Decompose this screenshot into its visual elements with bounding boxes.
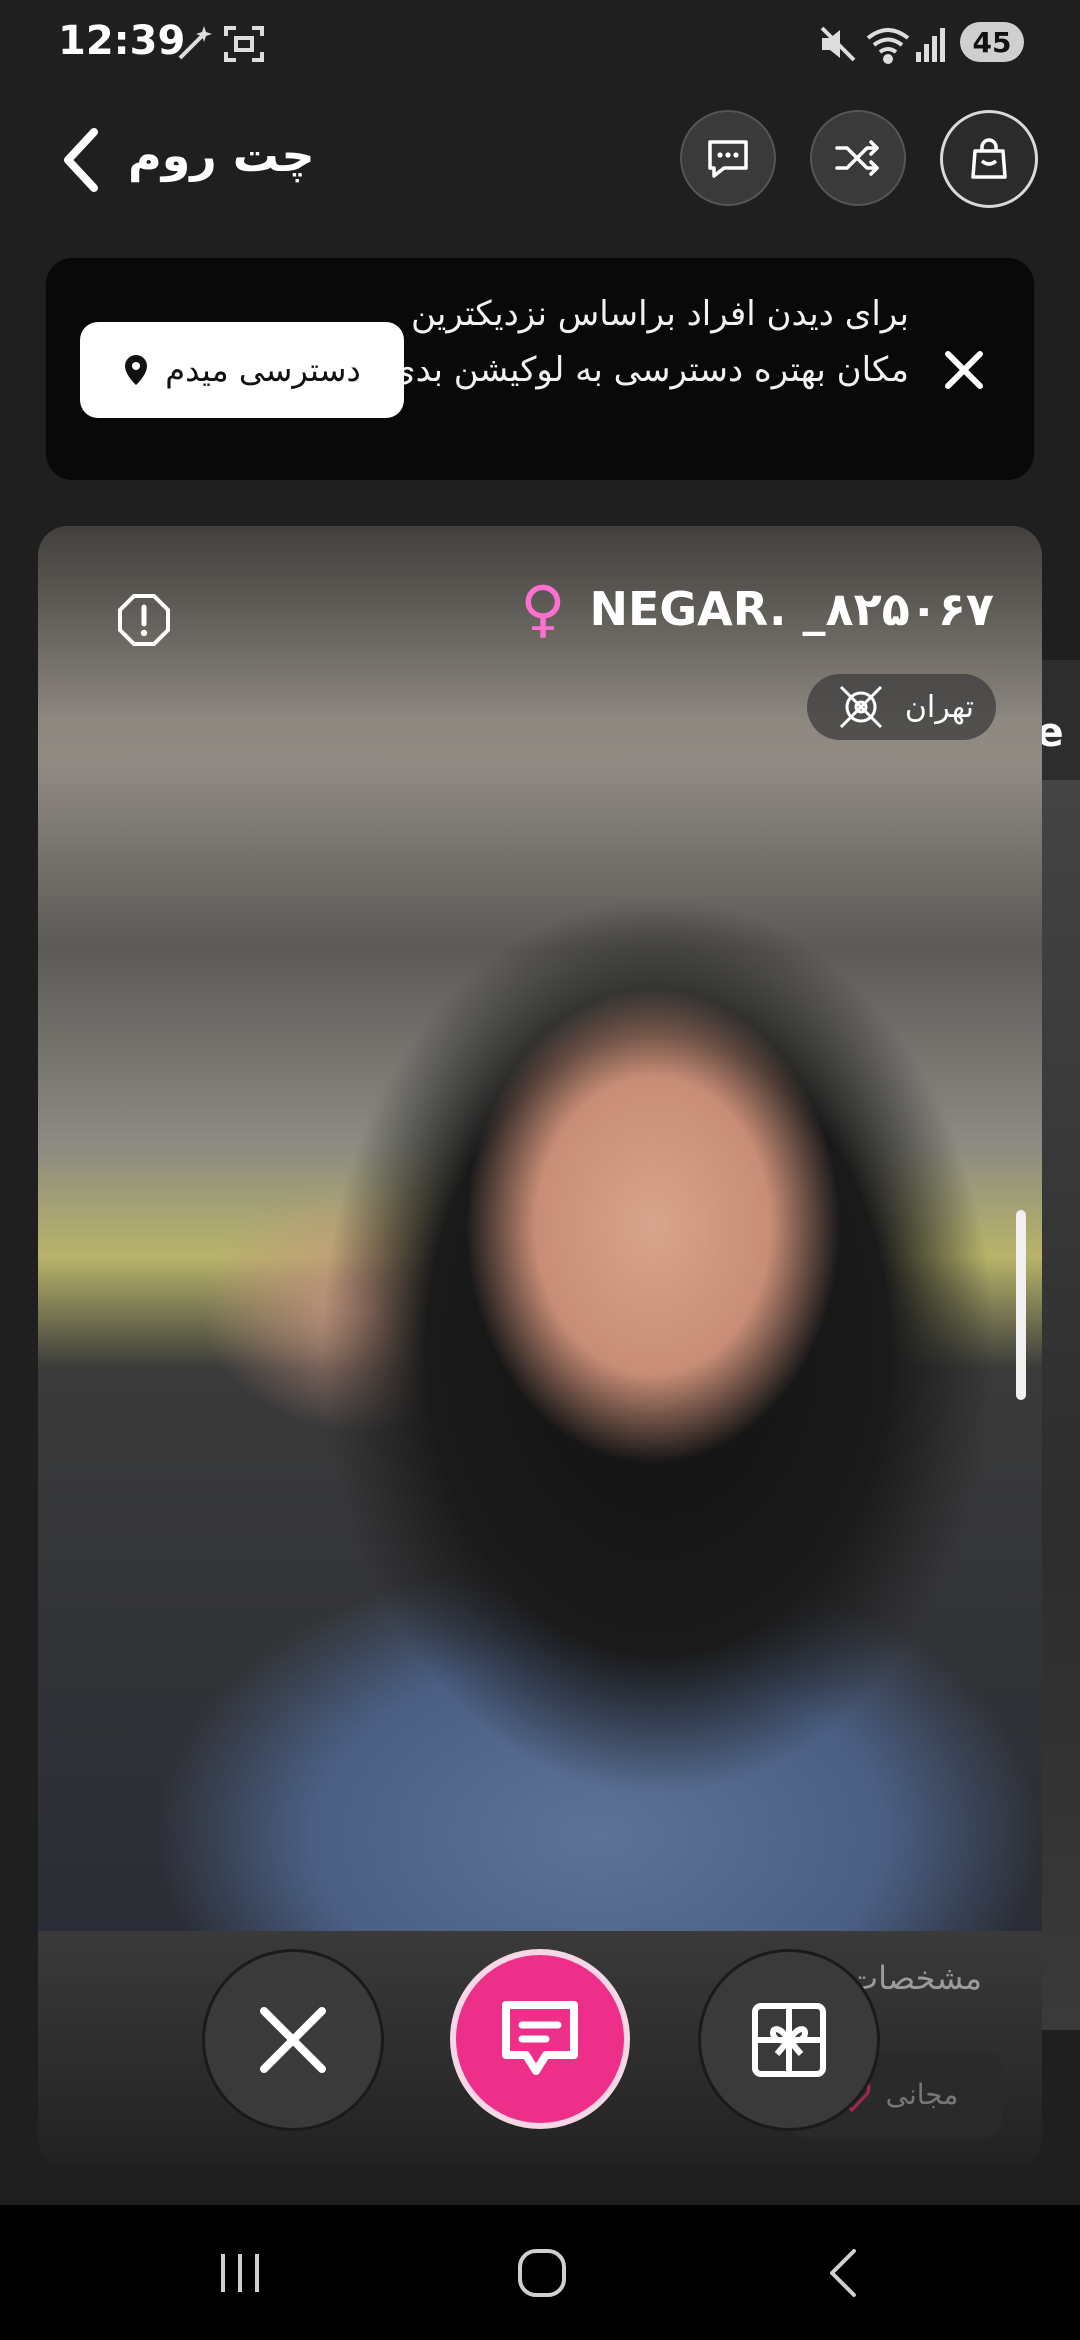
send-gift-button[interactable] — [698, 1949, 880, 2131]
back-icon — [830, 2248, 856, 2297]
chat-bubble-icon — [708, 140, 748, 178]
shuffle-button[interactable] — [810, 110, 906, 206]
mute-icon — [818, 22, 858, 70]
gift-icon — [752, 2003, 826, 2077]
shopping-bag-icon — [971, 138, 1007, 179]
wifi-icon — [864, 22, 912, 70]
warning-octagon-icon — [118, 594, 170, 646]
page-title: چت روم — [128, 128, 315, 182]
details-label: مشخصات — [848, 1959, 982, 1997]
start-chat-button[interactable] — [450, 1949, 630, 2129]
magic-wand-icon — [172, 22, 216, 70]
back-button[interactable] — [60, 124, 120, 196]
profile-username: NEGAR. _۸۲۵۰۶۷ — [589, 582, 995, 636]
header: چت روم — [0, 110, 1080, 210]
close-icon — [260, 2007, 326, 2073]
message-icon — [502, 2001, 578, 2075]
home-icon — [518, 2248, 566, 2297]
chevron-left-icon — [64, 128, 98, 192]
nav-back-button[interactable] — [784, 2205, 904, 2340]
location-off-icon — [839, 685, 882, 729]
close-banner-button[interactable] — [942, 348, 986, 392]
recents-icon — [221, 2253, 259, 2292]
status-bar: 12:39 45 — [0, 0, 1080, 90]
shop-button[interactable] — [940, 110, 1038, 208]
home-button[interactable] — [482, 2205, 602, 2340]
grant-location-button[interactable]: دسترسی میدم — [80, 322, 404, 418]
location-message: برای دیدن افراد براساس نزدیکترین مکان به… — [389, 294, 909, 390]
screen-capture-icon — [222, 22, 266, 70]
profile-card[interactable]: ♀ NEGAR. _۸۲۵۰۶۷ تهران مشخصات مجانی — [38, 526, 1042, 2166]
profile-username-row: ♀ NEGAR. _۸۲۵۰۶۷ — [520, 578, 994, 640]
status-time: 12:39 — [58, 18, 186, 64]
battery-icon: 45 — [960, 22, 1024, 62]
system-nav-bar — [0, 2205, 1080, 2340]
free-chip-label: مجانی — [885, 2077, 959, 2111]
city-chip: تهران — [806, 674, 996, 740]
grant-location-label: دسترسی میدم — [165, 351, 361, 389]
location-pin-icon — [125, 355, 148, 385]
action-bar: مشخصات مجانی — [38, 1931, 1042, 2166]
city-name: تهران — [904, 689, 974, 725]
close-icon — [945, 351, 983, 389]
photo-scroll-indicator[interactable] — [1016, 1210, 1026, 1400]
report-button[interactable] — [116, 592, 172, 648]
recents-button[interactable] — [180, 2205, 300, 2340]
chat-list-button[interactable] — [680, 110, 776, 206]
dislike-button[interactable] — [202, 1949, 384, 2131]
signal-icon — [914, 22, 948, 70]
location-banner: برای دیدن افراد براساس نزدیکترین مکان به… — [46, 258, 1034, 480]
female-icon: ♀ — [520, 572, 566, 645]
shuffle-icon — [835, 140, 879, 176]
